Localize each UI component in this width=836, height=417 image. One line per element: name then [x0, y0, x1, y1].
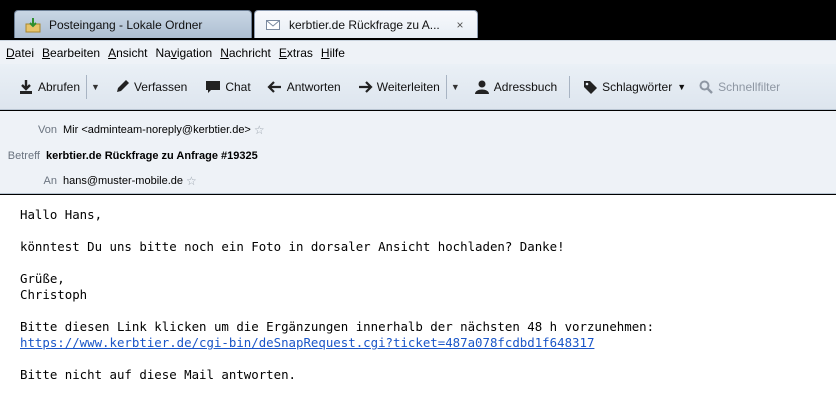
write-button[interactable]: Verfassen [108, 75, 193, 99]
regards-text: Grüße, [20, 271, 65, 286]
menu-ansicht[interactable]: Ansicht [104, 46, 151, 60]
signature-text: Christoph [20, 287, 88, 302]
menu-bearbeiten[interactable]: Bearbeiten [38, 46, 104, 60]
tab-inbox[interactable]: Posteingang - Lokale Ordner [14, 10, 252, 38]
pencil-icon [114, 79, 130, 95]
forward-dropdown[interactable]: ▼ [445, 74, 464, 99]
address-book-button[interactable]: Adressbuch [468, 75, 563, 99]
download-icon [18, 79, 34, 95]
tag-icon [582, 79, 598, 95]
message-header-pane: Von Mir <adminteam-noreply@kerbtier.de> … [0, 111, 836, 194]
reply-button[interactable]: Antworten [261, 75, 347, 99]
menu-datei[interactable]: Datei [2, 46, 38, 60]
write-label: Verfassen [133, 79, 188, 94]
subject-value: kerbtier.de Rückfrage zu Anfrage #19325 [46, 150, 258, 162]
tab-inbox-label: Posteingang - Lokale Ordner [49, 17, 203, 32]
reply-label: Antworten [286, 79, 341, 94]
toolbar: Abrufen ▼ Verfassen Chat Antworten Weite… [0, 64, 836, 110]
chevron-down-icon: ▼ [677, 81, 687, 92]
noreply-text: Bitte nicht auf diese Mail antworten. [20, 367, 297, 382]
get-mail-button[interactable]: Abrufen [12, 75, 86, 99]
instruction-block: Bitte diesen Link klicken um die Ergänzu… [20, 319, 836, 351]
instruction-text: Bitte diesen Link klicken um die Ergänzu… [20, 319, 655, 334]
forward-icon [357, 79, 373, 95]
close-tab-icon[interactable]: × [453, 18, 467, 32]
envelope-icon [265, 17, 281, 33]
address-book-icon [474, 79, 490, 95]
star-icon[interactable]: ☆ [186, 174, 197, 188]
menu-extras[interactable]: Extras [275, 46, 317, 60]
chat-icon [205, 79, 221, 95]
chevron-down-icon: ▼ [91, 81, 100, 92]
chat-button[interactable]: Chat [199, 75, 256, 99]
quick-filter-button[interactable]: Schnellfilter [692, 75, 786, 99]
search-icon [698, 79, 714, 95]
tags-button[interactable]: Schlagwörter ▼ [576, 75, 692, 99]
menu-navigation[interactable]: Navigation [151, 46, 216, 60]
subject-label: Betreff [7, 150, 40, 162]
ticket-link[interactable]: https://www.kerbtier.de/cgi-bin/deSnapRe… [20, 335, 594, 350]
tags-label: Schlagwörter [602, 79, 673, 94]
get-mail-label: Abrufen [38, 79, 81, 94]
tab-bar: Posteingang - Lokale Ordner kerbtier.de … [0, 0, 836, 40]
message-body: Hallo Hans, könntest Du uns bitte noch e… [0, 195, 836, 417]
forward-button[interactable]: Weiterleiten [351, 75, 446, 99]
tab-message[interactable]: kerbtier.de Rückfrage zu A... × [254, 10, 478, 38]
subject-row: Betreff kerbtier.de Rückfrage zu Anfrage… [0, 146, 258, 166]
forward-label: Weiterleiten [376, 79, 440, 94]
address-book-label: Adressbuch [493, 79, 558, 94]
closing-block: Grüße, Christoph [20, 271, 836, 303]
tab-message-label: kerbtier.de Rückfrage zu A... [289, 17, 440, 32]
menu-bar: Datei Bearbeiten Ansicht Navigation Nach… [0, 40, 836, 64]
to-label: An [43, 175, 57, 187]
inbox-icon [25, 17, 41, 33]
chevron-down-icon: ▼ [450, 81, 460, 92]
star-icon[interactable]: ☆ [254, 123, 265, 137]
toolbar-separator [569, 75, 571, 98]
reply-icon [267, 79, 283, 95]
from-label: Von [38, 124, 57, 136]
menu-hilfe[interactable]: Hilfe [317, 46, 349, 60]
menu-nachricht[interactable]: Nachricht [216, 46, 275, 60]
to-value[interactable]: hans@muster-mobile.de [63, 175, 183, 187]
question-text: könntest Du uns bitte noch ein Foto in d… [20, 239, 565, 254]
to-row: An hans@muster-mobile.de ☆ [0, 171, 197, 191]
from-row: Von Mir <adminteam-noreply@kerbtier.de> … [0, 120, 265, 140]
greeting-text: Hallo Hans, [20, 207, 103, 222]
from-value[interactable]: Mir <adminteam-noreply@kerbtier.de> [63, 124, 251, 136]
chat-label: Chat [225, 79, 251, 94]
quick-filter-label: Schnellfilter [718, 79, 781, 94]
get-mail-dropdown[interactable]: ▼ [86, 74, 104, 99]
